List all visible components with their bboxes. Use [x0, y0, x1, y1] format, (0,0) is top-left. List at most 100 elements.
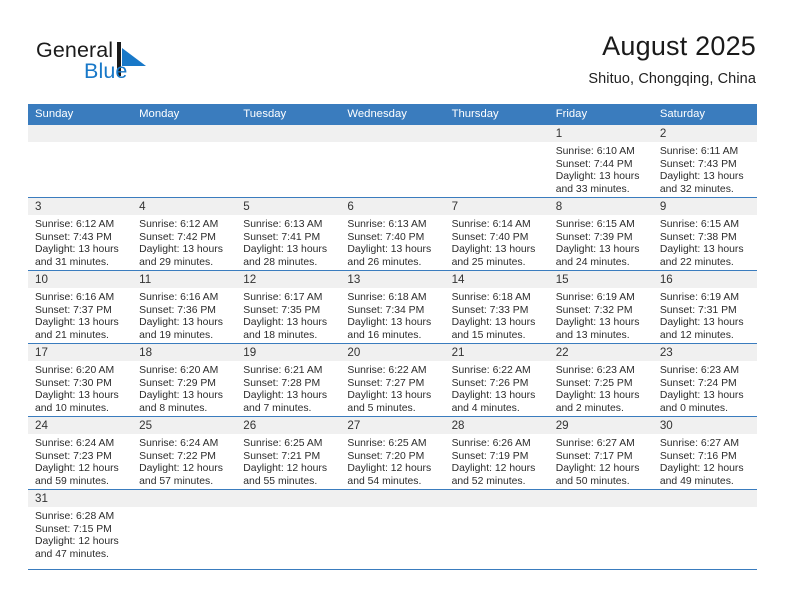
calendar-week-row: 31 Sunrise: 6:28 AM Sunset: 7:15 PM Dayligh… [28, 489, 757, 570]
sunrise-text: Sunrise: 6:22 AM [347, 365, 427, 376]
day-number-band: 18 [132, 344, 237, 361]
day-number-band: 1 [548, 125, 653, 142]
daylight-text-line1: Daylight: 13 hours [451, 244, 536, 256]
day-number: 28 [451, 419, 465, 432]
day-cell[interactable]: 5 Sunrise: 6:13 AM Sunset: 7:41 PM Daylight… [236, 198, 341, 270]
day-cell-empty [132, 490, 237, 569]
day-number-band: 24 [28, 417, 133, 434]
sunset-text: Sunset: 7:15 PM [35, 523, 112, 535]
day-cell[interactable]: 24 Sunrise: 6:24 AM Sunset: 7:23 PM Dayligh… [28, 417, 133, 489]
day-cell[interactable]: 27 Sunrise: 6:25 AM Sunset: 7:20 PM Dayligh… [340, 417, 445, 489]
day-number-band: 16 [652, 271, 757, 288]
daylight-text-line1: Daylight: 12 hours [35, 463, 119, 475]
day-cell[interactable]: 2 Sunrise: 6:11 AM Sunset: 7:43 PM Daylight… [652, 125, 757, 197]
sunset-text: Sunset: 7:27 PM [347, 377, 425, 389]
day-number: 3 [35, 200, 42, 213]
day-number: 31 [35, 492, 48, 505]
day-number-band: 15 [548, 271, 653, 288]
day-cell[interactable]: 20 Sunrise: 6:22 AM Sunset: 7:27 PM Dayligh… [340, 344, 445, 416]
daylight-text-line2: and 5 minutes. [347, 402, 416, 414]
sunrise-text: Sunrise: 6:14 AM [451, 219, 531, 230]
day-cell[interactable]: 10 Sunrise: 6:16 AM Sunset: 7:37 PM Dayligh… [28, 271, 133, 343]
sunset-text: Sunset: 7:37 PM [35, 304, 112, 316]
daylight-text-line2: and 54 minutes. [347, 475, 422, 487]
daylight-text-line1: Daylight: 13 hours [555, 390, 640, 402]
day-details: Sunrise: 6:18 AM Sunset: 7:34 PM Daylight:… [340, 288, 444, 342]
day-cell[interactable]: 12 Sunrise: 6:17 AM Sunset: 7:35 PM Dayligh… [236, 271, 341, 343]
day-cell[interactable]: 1 Sunrise: 6:10 AM Sunset: 7:44 PM Daylight… [548, 125, 653, 197]
sunset-text: Sunset: 7:28 PM [243, 377, 321, 389]
day-details: Sunrise: 6:22 AM Sunset: 7:27 PM Daylight:… [340, 361, 444, 415]
day-cell[interactable]: 11 Sunrise: 6:16 AM Sunset: 7:36 PM Dayligh… [132, 271, 237, 343]
day-cell[interactable]: 16 Sunrise: 6:19 AM Sunset: 7:31 PM Dayligh… [652, 271, 757, 343]
brand-logo[interactable]: General Blue [36, 38, 266, 90]
sunset-text: Sunset: 7:43 PM [659, 158, 737, 170]
daylight-text-line1: Daylight: 13 hours [243, 390, 328, 402]
daylight-text-line1: Daylight: 12 hours [243, 463, 328, 475]
day-cell[interactable]: 25 Sunrise: 6:24 AM Sunset: 7:22 PM Dayligh… [132, 417, 237, 489]
day-number-band: 12 [236, 271, 341, 288]
day-cell[interactable]: 28 Sunrise: 6:26 AM Sunset: 7:19 PM Dayligh… [444, 417, 549, 489]
sunrise-text: Sunrise: 6:24 AM [35, 438, 115, 449]
day-details: Sunrise: 6:19 AM Sunset: 7:31 PM Daylight:… [653, 288, 757, 342]
sunset-text: Sunset: 7:26 PM [451, 377, 529, 389]
daylight-text-line2: and 25 minutes. [451, 256, 526, 268]
sunrise-text: Sunrise: 6:10 AM [555, 146, 635, 157]
day-cell[interactable]: 26 Sunrise: 6:25 AM Sunset: 7:21 PM Dayligh… [236, 417, 341, 489]
sunrise-text: Sunrise: 6:22 AM [451, 365, 531, 376]
day-details: Sunrise: 6:22 AM Sunset: 7:26 PM Daylight:… [445, 361, 549, 415]
day-cell[interactable]: 14 Sunrise: 6:18 AM Sunset: 7:33 PM Dayligh… [444, 271, 549, 343]
day-cell[interactable]: 29 Sunrise: 6:27 AM Sunset: 7:17 PM Dayligh… [548, 417, 653, 489]
sunset-text: Sunset: 7:22 PM [139, 450, 216, 462]
daylight-text-line2: and 49 minutes. [659, 475, 734, 487]
day-cell[interactable]: 6 Sunrise: 6:13 AM Sunset: 7:40 PM Daylight… [340, 198, 445, 270]
day-cell-empty [236, 125, 341, 197]
sunset-text: Sunset: 7:17 PM [555, 450, 633, 462]
day-number: 21 [451, 346, 465, 359]
sunrise-text: Sunrise: 6:19 AM [659, 292, 739, 303]
daylight-text-line1: Daylight: 13 hours [347, 244, 432, 256]
day-number: 17 [35, 346, 48, 359]
day-cell[interactable]: 30 Sunrise: 6:27 AM Sunset: 7:16 PM Dayligh… [652, 417, 757, 489]
day-cell[interactable]: 3 Sunrise: 6:12 AM Sunset: 7:43 PM Daylight… [28, 198, 133, 270]
day-number-band: 30 [652, 417, 757, 434]
sunset-text: Sunset: 7:39 PM [555, 231, 633, 243]
day-details: Sunrise: 6:15 AM Sunset: 7:38 PM Daylight:… [653, 215, 757, 269]
day-cell[interactable]: 7 Sunrise: 6:14 AM Sunset: 7:40 PM Daylight… [444, 198, 549, 270]
day-number-band: 13 [340, 271, 445, 288]
day-details: Sunrise: 6:12 AM Sunset: 7:42 PM Daylight:… [132, 215, 236, 269]
day-details: Sunrise: 6:20 AM Sunset: 7:29 PM Daylight:… [132, 361, 236, 415]
daylight-text-line2: and 26 minutes. [347, 256, 422, 268]
daylight-text-line1: Daylight: 13 hours [659, 171, 744, 183]
day-cell[interactable]: 8 Sunrise: 6:15 AM Sunset: 7:39 PM Daylight… [548, 198, 653, 270]
day-cell[interactable]: 18 Sunrise: 6:20 AM Sunset: 7:29 PM Dayligh… [132, 344, 237, 416]
day-number: 24 [35, 419, 48, 432]
day-number: 11 [139, 273, 152, 286]
day-number: 10 [35, 273, 48, 286]
day-cell[interactable]: 31 Sunrise: 6:28 AM Sunset: 7:15 PM Dayligh… [28, 490, 133, 569]
weekday-thursday: Thursday [451, 108, 499, 120]
day-cell[interactable]: 9 Sunrise: 6:15 AM Sunset: 7:38 PM Daylight… [652, 198, 757, 270]
day-cell[interactable]: 22 Sunrise: 6:23 AM Sunset: 7:25 PM Dayligh… [548, 344, 653, 416]
sunset-text: Sunset: 7:23 PM [35, 450, 112, 462]
day-cell[interactable]: 21 Sunrise: 6:22 AM Sunset: 7:26 PM Dayligh… [444, 344, 549, 416]
page-header: General Blue August 2025 Shituo, Chongqi… [0, 0, 792, 98]
calendar-week-row: 17 Sunrise: 6:20 AM Sunset: 7:30 PM Dayligh… [28, 343, 757, 416]
day-cell[interactable]: 19 Sunrise: 6:21 AM Sunset: 7:28 PM Dayligh… [236, 344, 341, 416]
sunset-text: Sunset: 7:29 PM [139, 377, 216, 389]
day-cell[interactable]: 23 Sunrise: 6:23 AM Sunset: 7:24 PM Dayligh… [652, 344, 757, 416]
day-details: Sunrise: 6:15 AM Sunset: 7:39 PM Daylight:… [549, 215, 653, 269]
day-cell[interactable]: 13 Sunrise: 6:18 AM Sunset: 7:34 PM Dayligh… [340, 271, 445, 343]
day-details: Sunrise: 6:17 AM Sunset: 7:35 PM Daylight:… [236, 288, 340, 342]
weekday-saturday: Saturday [659, 108, 706, 120]
weekday-friday: Friday [555, 108, 588, 120]
day-number-band: 27 [340, 417, 445, 434]
day-cell[interactable]: 4 Sunrise: 6:12 AM Sunset: 7:42 PM Daylight… [132, 198, 237, 270]
day-details: Sunrise: 6:21 AM Sunset: 7:28 PM Daylight:… [236, 361, 340, 415]
sunset-text: Sunset: 7:44 PM [555, 158, 633, 170]
day-cell[interactable]: 15 Sunrise: 6:19 AM Sunset: 7:32 PM Dayligh… [548, 271, 653, 343]
day-details: Sunrise: 6:26 AM Sunset: 7:19 PM Daylight:… [445, 434, 549, 488]
daylight-text-line1: Daylight: 13 hours [555, 171, 640, 183]
daylight-text-line2: and 21 minutes. [35, 329, 109, 341]
day-cell[interactable]: 17 Sunrise: 6:20 AM Sunset: 7:30 PM Dayligh… [28, 344, 133, 416]
